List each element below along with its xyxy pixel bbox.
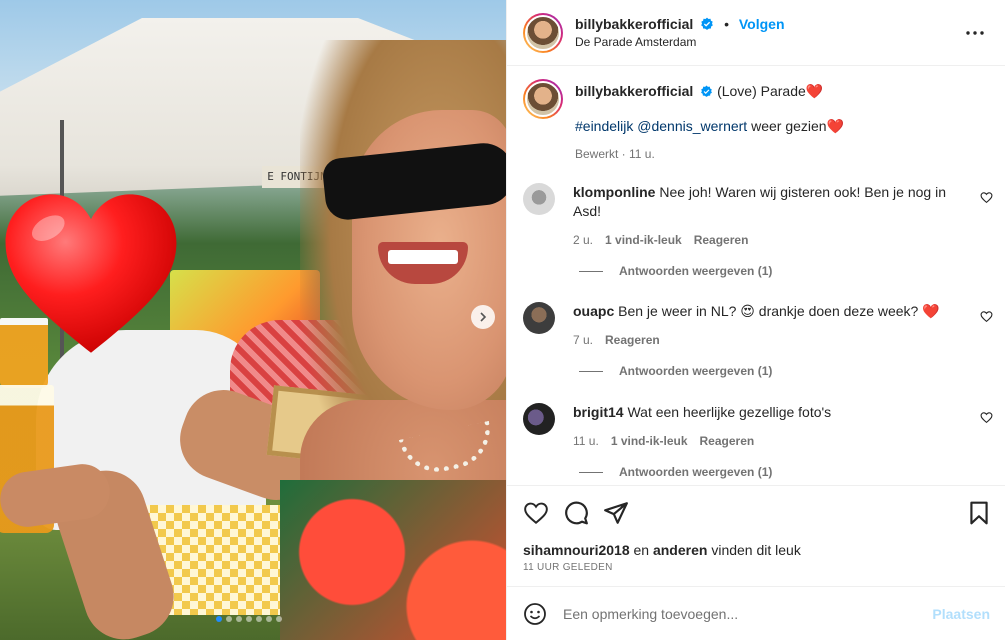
post-comment-button[interactable]: Plaatsen	[932, 606, 990, 622]
comment-time[interactable]: 11 u.	[573, 432, 599, 451]
view-replies-label: Antwoorden weergeven (1)	[619, 264, 773, 278]
caption-line-2: weer gezien❤️	[747, 118, 845, 134]
carousel-dot	[226, 616, 232, 622]
carousel-dot	[276, 616, 282, 622]
comment-text: Ben je weer in NL? 😍 drankje doen deze w…	[618, 303, 940, 319]
add-comment-bar: Plaatsen	[507, 586, 1005, 640]
next-image-button[interactable]	[471, 305, 495, 329]
comment-item: brigit14 Wat een heerlijke gezellige fot…	[523, 403, 993, 451]
chevron-right-icon	[480, 312, 487, 322]
verified-icon	[701, 17, 714, 30]
carousel-indicator	[216, 616, 282, 622]
post-header: billybakkerofficial • Volgen De Parade A…	[507, 0, 1005, 66]
bookmark-icon[interactable]	[966, 500, 992, 526]
likes-suffix: vinden dit leuk	[707, 542, 801, 558]
reply-button[interactable]: Reageren	[605, 331, 660, 350]
likes-summary[interactable]: sihamnouri2018 en anderen vinden dit leu…	[523, 542, 801, 558]
comment-text: Wat een heerlijke gezellige foto's	[627, 404, 832, 420]
comment-username[interactable]: klomponline	[573, 184, 655, 200]
comment-time[interactable]: 7 u.	[573, 331, 593, 350]
comment-input[interactable]	[563, 605, 933, 622]
caption-meta: Bewerkt · 11 u.	[575, 147, 655, 161]
view-replies-label: Antwoorden weergeven (1)	[619, 364, 773, 378]
comment-username[interactable]: brigit14	[573, 404, 624, 420]
post-photo[interactable]: E FONTIJN	[0, 0, 506, 640]
comments-list[interactable]: billybakkerofficial (Love) Parade❤️ #ein…	[507, 67, 1005, 485]
comment-likes[interactable]: 1 vind-ik-leuk	[605, 231, 682, 250]
post-actions: sihamnouri2018 en anderen vinden dit leu…	[507, 485, 1005, 585]
carousel-dot	[236, 616, 242, 622]
view-replies-button[interactable]: Antwoorden weergeven (1)	[579, 264, 772, 278]
like-comment-heart-icon[interactable]	[980, 191, 993, 204]
more-options-button[interactable]	[963, 21, 987, 45]
carousel-dot	[266, 616, 272, 622]
view-replies-button[interactable]: Antwoorden weergeven (1)	[579, 364, 772, 378]
likes-others[interactable]: anderen	[653, 542, 707, 558]
comment-icon[interactable]	[563, 500, 589, 526]
comment-username[interactable]: ouapc	[573, 303, 614, 319]
floral-dress	[280, 480, 506, 640]
location-link[interactable]: De Parade Amsterdam	[575, 33, 785, 51]
teeth	[388, 250, 458, 264]
caption-line-1: (Love) Parade❤️	[717, 83, 824, 99]
view-replies-label: Antwoorden weergeven (1)	[619, 465, 773, 479]
comment-item: klomponline Nee joh! Waren wij gisteren …	[523, 183, 993, 250]
author-username[interactable]: billybakkerofficial	[575, 16, 693, 32]
like-comment-heart-icon[interactable]	[980, 411, 993, 424]
reply-button[interactable]: Reageren	[700, 432, 755, 451]
carousel-dot	[256, 616, 262, 622]
follow-button[interactable]: Volgen	[739, 16, 785, 32]
hashtag-link[interactable]: #eindelijk	[575, 118, 633, 134]
carousel-dot	[216, 616, 222, 622]
post-caption: billybakkerofficial (Love) Parade❤️ #ein…	[507, 67, 1005, 163]
comment-avatar[interactable]	[523, 302, 555, 334]
comment-avatar[interactable]	[523, 403, 555, 435]
share-icon[interactable]	[603, 500, 629, 526]
post-dialog: E FONTIJN billybakkerofficial • Volgen D…	[0, 0, 1005, 640]
reply-button[interactable]: Reageren	[694, 231, 749, 250]
carousel-dot	[246, 616, 252, 622]
comment-item: ouapc Ben je weer in NL? 😍 drankje doen …	[523, 302, 993, 350]
comment-likes[interactable]: 1 vind-ik-leuk	[611, 432, 688, 451]
likes-connector: en	[629, 542, 653, 558]
comment-time[interactable]: 2 u.	[573, 231, 593, 250]
like-comment-heart-icon[interactable]	[980, 310, 993, 323]
post-timestamp[interactable]: 11 UUR GELEDEN	[523, 562, 613, 573]
post-side-panel: billybakkerofficial • Volgen De Parade A…	[506, 0, 1005, 640]
mention-link[interactable]: @dennis_wernert	[637, 118, 747, 134]
author-avatar[interactable]	[523, 12, 563, 53]
more-icon	[966, 31, 984, 35]
liker-username[interactable]: sihamnouri2018	[523, 542, 630, 558]
heart-emoji-icon	[5, 194, 177, 353]
comment-avatar[interactable]	[523, 183, 555, 215]
verified-icon	[701, 85, 713, 97]
emoji-icon[interactable]	[523, 602, 547, 626]
view-replies-button[interactable]: Antwoorden weergeven (1)	[579, 465, 772, 479]
caption-username[interactable]: billybakkerofficial	[575, 83, 693, 99]
caption-avatar[interactable]	[523, 79, 563, 119]
like-heart-icon[interactable]	[523, 500, 549, 526]
